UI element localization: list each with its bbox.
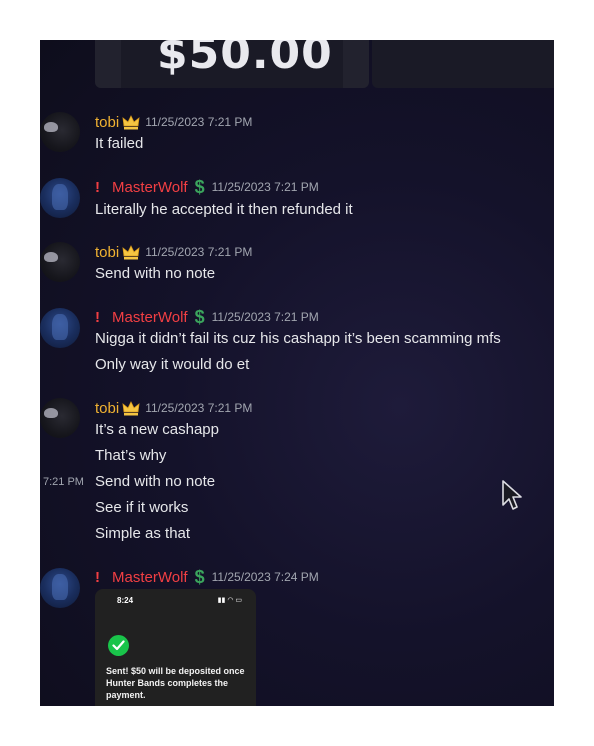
- timestamp: 11/25/2023 7:21 PM: [211, 180, 319, 194]
- username-masterwolf[interactable]: MasterWolf: [112, 309, 188, 326]
- phone-time: 8:24: [117, 596, 134, 605]
- role-badge: !: [95, 308, 100, 326]
- dollar-icon: $: [194, 176, 205, 197]
- avatar-tobi[interactable]: [40, 398, 80, 438]
- avatar-masterwolf[interactable]: [40, 178, 80, 218]
- message-header: ! MasterWolf $ 11/25/2023 7:24 PM: [95, 567, 319, 587]
- timestamp: 11/25/2023 7:24 PM: [211, 570, 319, 584]
- image-attachment[interactable]: 8:24 ▮▮ ◠ ▭ Sent! $50 will be deposited …: [95, 589, 256, 706]
- message-text: Only way it would do et: [95, 356, 250, 373]
- payment-status-text: Sent! $50 will be deposited once Hunter …: [106, 666, 245, 700]
- avatar-masterwolf[interactable]: [40, 568, 80, 608]
- message-header: ! MasterWolf $ 11/25/2023 7:21 PM: [95, 177, 319, 197]
- embed-slot: [343, 40, 369, 88]
- phone-status-icons: ▮▮ ◠ ▭: [217, 597, 242, 604]
- message-text: Simple as that: [95, 525, 191, 542]
- message-text: It failed: [95, 135, 144, 152]
- timestamp: 11/25/2023 7:21 PM: [211, 310, 319, 324]
- payment-amount: $50.00: [157, 40, 333, 79]
- message-text: See if it works: [95, 499, 189, 516]
- username-tobi[interactable]: tobi: [95, 244, 119, 261]
- embed-slot: [95, 40, 121, 88]
- message-header: tobi 11/25/2023 7:21 PM: [95, 242, 252, 262]
- message-text: Literally he accepted it then refunded i…: [95, 201, 353, 218]
- message-text: It’s a new cashapp: [95, 421, 219, 438]
- payment-embed-secondary: [372, 40, 554, 88]
- username-masterwolf[interactable]: MasterWolf: [112, 569, 188, 586]
- dollar-icon: $: [194, 306, 205, 327]
- crown-icon: [122, 245, 140, 260]
- payment-embed[interactable]: $50.00: [95, 40, 369, 88]
- crown-icon: [122, 115, 140, 130]
- check-icon: [108, 635, 129, 656]
- role-badge: !: [95, 568, 100, 586]
- username-tobi[interactable]: tobi: [95, 400, 119, 417]
- message-header: tobi 11/25/2023 7:21 PM: [95, 112, 252, 132]
- crown-icon: [122, 401, 140, 416]
- cursor-icon: [502, 480, 522, 510]
- avatar-tobi[interactable]: [40, 112, 80, 152]
- message-text: Send with no note: [95, 473, 216, 490]
- username-tobi[interactable]: tobi: [95, 114, 119, 131]
- message-header: ! MasterWolf $ 11/25/2023 7:21 PM: [95, 307, 319, 327]
- username-masterwolf[interactable]: MasterWolf: [112, 179, 188, 196]
- timestamp: 11/25/2023 7:21 PM: [145, 115, 253, 129]
- role-badge: !: [95, 178, 100, 196]
- dollar-icon: $: [194, 566, 205, 587]
- message-text: Send with no note: [95, 265, 216, 282]
- avatar-masterwolf[interactable]: [40, 308, 80, 348]
- hover-timestamp: 7:21 PM: [43, 476, 84, 488]
- message-text: That’s why: [95, 447, 167, 464]
- timestamp: 11/25/2023 7:21 PM: [145, 401, 253, 415]
- timestamp: 11/25/2023 7:21 PM: [145, 245, 253, 259]
- message-text: Nigga it didn’t fail its cuz his cashapp…: [95, 330, 501, 347]
- avatar-tobi[interactable]: [40, 242, 80, 282]
- message-header: tobi 11/25/2023 7:21 PM: [95, 398, 252, 418]
- chat-frame: $50.00 tobi 11/25/2023 7:21 PM It failed…: [40, 40, 554, 706]
